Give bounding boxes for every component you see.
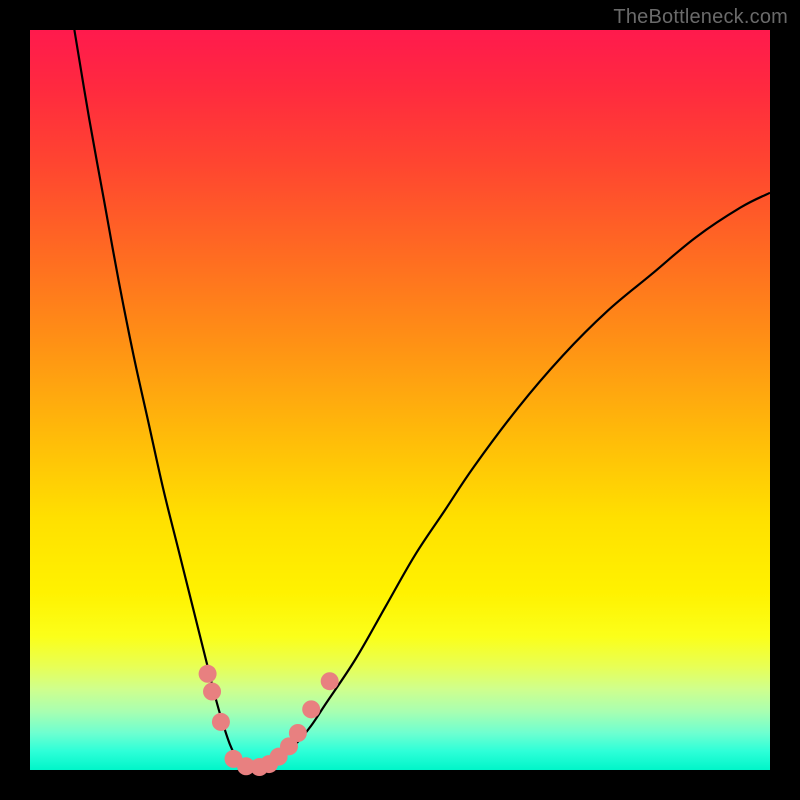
curve-marker (321, 672, 339, 690)
curve-marker (199, 665, 217, 683)
curve-marker (203, 683, 221, 701)
curve-marker (302, 700, 320, 718)
marker-group (199, 665, 339, 776)
plot-area (30, 30, 770, 770)
curve-left-lobe (74, 30, 252, 770)
curve-layer (30, 30, 770, 770)
curve-marker (212, 713, 230, 731)
chart-frame: TheBottleneck.com (0, 0, 800, 800)
curve-marker (289, 724, 307, 742)
watermark-label: TheBottleneck.com (613, 6, 788, 29)
